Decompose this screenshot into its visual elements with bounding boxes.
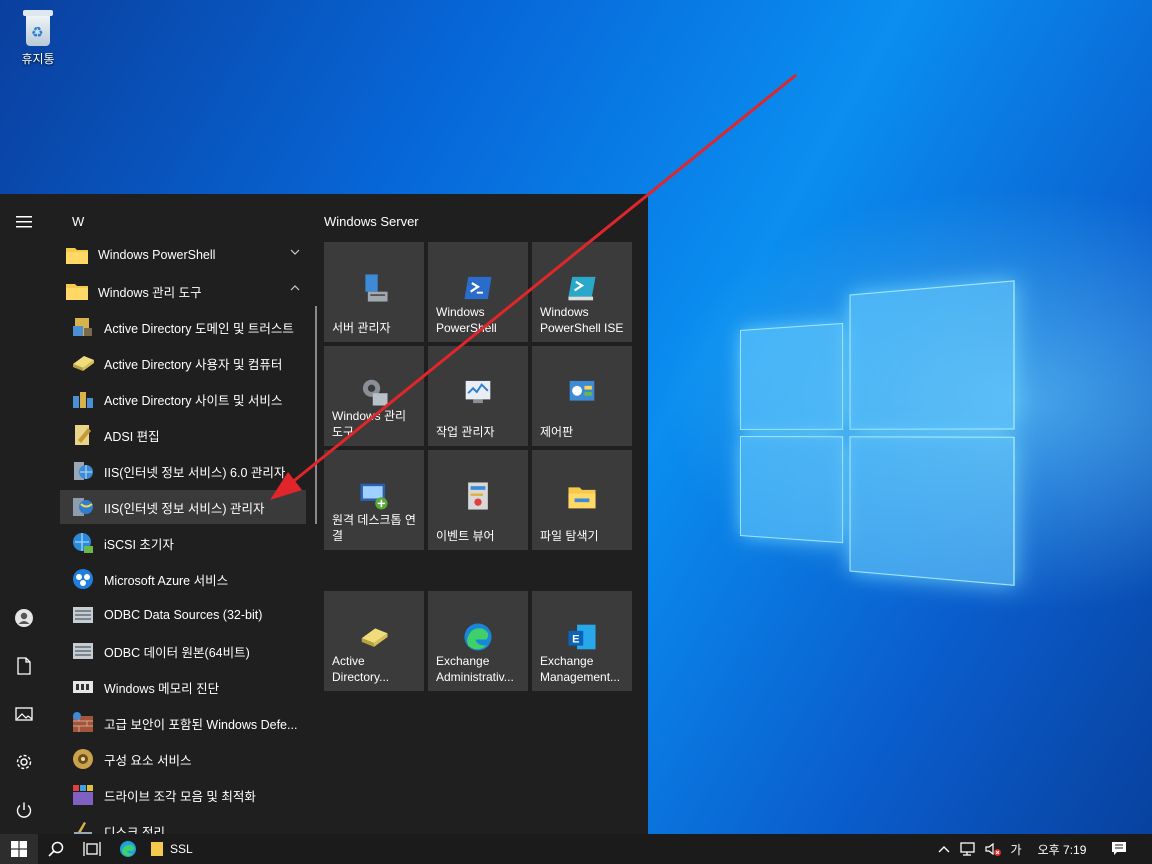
- chevron-up-icon: [938, 846, 950, 853]
- task-view-button[interactable]: [74, 834, 110, 864]
- task-view-icon: [83, 842, 101, 856]
- windows-start-icon: [11, 841, 27, 857]
- notification-icon: [1112, 842, 1126, 855]
- search-button[interactable]: [38, 834, 74, 864]
- network-icon: [960, 842, 975, 856]
- ssl-folder-taskbar-button[interactable]: SSL: [150, 834, 210, 864]
- file-icon: [151, 842, 163, 856]
- edge-icon: [120, 841, 136, 857]
- search-icon: [48, 841, 64, 857]
- volume-muted-icon: [985, 842, 1001, 856]
- start-button[interactable]: [0, 834, 38, 864]
- show-hidden-icons-button[interactable]: [934, 834, 954, 864]
- network-tray-button[interactable]: [958, 834, 980, 864]
- clock[interactable]: 오후 7:19: [1032, 834, 1092, 864]
- volume-tray-button[interactable]: [982, 834, 1004, 864]
- ssl-folder-label: SSL: [170, 842, 193, 856]
- ime-indicator[interactable]: 가: [1006, 834, 1026, 864]
- taskbar: SSL 가 오후 7:19: [0, 834, 1152, 864]
- action-center-button[interactable]: [1104, 834, 1134, 864]
- red-annotation-arrow: [270, 73, 797, 500]
- edge-taskbar-button[interactable]: [110, 834, 146, 864]
